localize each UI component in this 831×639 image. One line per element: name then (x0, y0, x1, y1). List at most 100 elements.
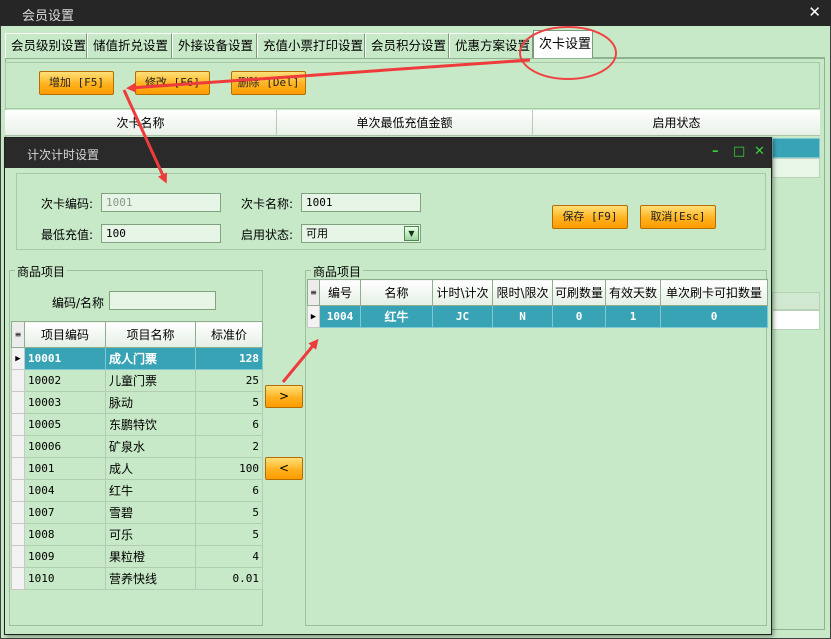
standard-price-cell: 2 (195, 435, 263, 458)
row-indicator[interactable] (11, 567, 25, 590)
table-row[interactable]: 10005 东鹏特饮 6 (11, 413, 263, 436)
column-item-code[interactable]: 项目编码 (24, 321, 106, 348)
tab-external-device[interactable]: 外接设备设置 (172, 33, 257, 58)
column-swipe-quantity[interactable]: 可刷数量 (552, 279, 606, 306)
table-row[interactable]: 10003 脉动 5 (11, 391, 263, 414)
outer-grid-row[interactable] (772, 158, 820, 178)
column-card-name[interactable]: 次卡名称 (5, 110, 277, 136)
maximize-icon[interactable]: □ (733, 144, 745, 159)
status-select-value: 可用 (306, 227, 328, 240)
name-cell: 红牛 (360, 305, 433, 328)
row-indicator[interactable] (11, 545, 25, 568)
time-or-count-cell: JC (432, 305, 493, 328)
move-left-button[interactable]: < (265, 457, 303, 480)
table-row[interactable]: 10006 矿泉水 2 (11, 435, 263, 458)
member-settings-titlebar: 会员设置 ✕ (0, 0, 831, 26)
table-row[interactable]: 1004 红牛 6 (11, 479, 263, 502)
standard-price-cell: 6 (195, 413, 263, 436)
status-select[interactable]: 可用 ▼ (301, 224, 421, 243)
standard-price-cell: 0.01 (195, 567, 263, 590)
table-row[interactable]: 1008 可乐 5 (11, 523, 263, 546)
tab-discount-plan[interactable]: 优惠方案设置 (449, 33, 533, 58)
outer-grid-footer-row (772, 310, 820, 330)
item-code-cell: 10003 (24, 391, 106, 414)
table-row[interactable]: 10002 儿童门票 25 (11, 369, 263, 392)
row-indicator[interactable] (11, 501, 25, 524)
item-code-cell: 1009 (24, 545, 106, 568)
chevron-down-icon[interactable]: ▼ (404, 226, 419, 241)
delete-button[interactable]: 删除 [Del] (231, 71, 306, 95)
row-indicator[interactable] (11, 435, 25, 458)
selected-products-table: ≡ 编号 名称 计时\计次 限时\限次 可刷数量 有效天数 单次刷卡可扣数量 ▶… (307, 279, 768, 328)
item-code-cell: 10006 (24, 435, 106, 458)
card-name-field[interactable]: 1001 (301, 193, 421, 212)
row-indicator[interactable] (11, 479, 25, 502)
column-number[interactable]: 编号 (319, 279, 361, 306)
edit-button[interactable]: 修改 [F6] (135, 71, 210, 95)
tab-member-points[interactable]: 会员积分设置 (365, 33, 449, 58)
add-button[interactable]: 增加 [F5] (39, 71, 114, 95)
column-name[interactable]: 名称 (360, 279, 433, 306)
standard-price-cell: 5 (195, 501, 263, 524)
item-name-cell: 儿童门票 (105, 369, 196, 392)
move-right-button[interactable]: > (265, 385, 303, 408)
table-row[interactable]: 1009 果粒橙 4 (11, 545, 263, 568)
column-valid-days[interactable]: 有效天数 (605, 279, 661, 306)
item-code-cell: 1008 (24, 523, 106, 546)
deduct-cell: 0 (660, 305, 768, 328)
row-indicator[interactable] (11, 369, 25, 392)
row-indicator[interactable] (11, 413, 25, 436)
tab-stored-value-discount[interactable]: 储值折兑设置 (87, 33, 172, 58)
limit-cell: N (492, 305, 553, 328)
item-name-cell: 成人门票 (105, 347, 196, 370)
status-label: 启用状态: (241, 228, 294, 242)
tab-receipt-print[interactable]: 充值小票打印设置 (257, 33, 365, 58)
item-name-cell: 可乐 (105, 523, 196, 546)
close-icon[interactable]: ✕ (754, 144, 765, 159)
column-limit-time-or-count[interactable]: 限时\限次 (492, 279, 553, 306)
row-indicator[interactable] (11, 457, 25, 480)
row-indicator[interactable]: ▶ (307, 305, 320, 328)
item-code-cell: 1001 (24, 457, 106, 480)
column-item-name[interactable]: 项目名称 (105, 321, 196, 348)
card-code-field[interactable]: 1001 (101, 193, 221, 212)
tab-member-level[interactable]: 会员级别设置 (5, 33, 87, 58)
min-charge-label: 最低充值: (41, 228, 94, 242)
column-deduct-per-swipe[interactable]: 单次刷卡可扣数量 (660, 279, 768, 306)
count-card-toolbar: 增加 [F5] 修改 [F6] 删除 [Del] (5, 62, 820, 109)
card-name-label: 次卡名称: (241, 197, 294, 211)
standard-price-cell: 25 (195, 369, 263, 392)
min-charge-field[interactable]: 100 (101, 224, 221, 243)
member-settings-title: 会员设置 (22, 9, 75, 24)
close-icon[interactable]: ✕ (808, 3, 821, 21)
swipe-quantity-cell: 0 (552, 305, 606, 328)
table-row[interactable]: 1001 成人 100 (11, 457, 263, 480)
count-timing-dialog: 计次计时设置 – □ ✕ 次卡编码: 1001 次卡名称: 1001 最低充值:… (4, 137, 772, 635)
card-info-form: 次卡编码: 1001 次卡名称: 1001 最低充值: 100 启用状态: 可用… (16, 173, 766, 250)
minimize-icon[interactable]: – (712, 144, 719, 159)
column-min-charge[interactable]: 单次最低充值金额 (277, 110, 533, 136)
card-code-label: 次卡编码: (41, 197, 94, 211)
table-row[interactable]: 1010 营养快线 0.01 (11, 567, 263, 590)
count-timing-title: 计次计时设置 (27, 148, 100, 162)
row-indicator[interactable] (11, 523, 25, 546)
table-row[interactable]: ▶ 1004 红牛 JC N 0 1 0 (307, 305, 768, 328)
item-code-cell: 10001 (24, 347, 106, 370)
code-name-search-input[interactable] (109, 291, 216, 310)
item-name-cell: 营养快线 (105, 567, 196, 590)
outer-grid-selected-row[interactable] (772, 138, 820, 158)
column-status[interactable]: 启用状态 (533, 110, 820, 136)
number-cell: 1004 (319, 305, 361, 328)
table-row[interactable]: 1007 雪碧 5 (11, 501, 263, 524)
column-time-or-count[interactable]: 计时\计次 (432, 279, 493, 306)
item-code-cell: 10002 (24, 369, 106, 392)
row-indicator[interactable]: ▶ (11, 347, 25, 370)
source-products-table: ≡ 项目编码 项目名称 标准价 ▶ 10001 成人门票 128 10002 儿童门票 25… (11, 321, 263, 590)
row-indicator[interactable] (11, 391, 25, 414)
tab-count-card[interactable]: 次卡设置 (533, 30, 593, 59)
cancel-button[interactable]: 取消[Esc] (640, 205, 716, 229)
selected-products-title: 商品项目 (311, 263, 364, 280)
table-row[interactable]: ▶ 10001 成人门票 128 (11, 347, 263, 370)
save-button[interactable]: 保存 [F9] (552, 205, 628, 229)
column-standard-price[interactable]: 标准价 (195, 321, 263, 348)
